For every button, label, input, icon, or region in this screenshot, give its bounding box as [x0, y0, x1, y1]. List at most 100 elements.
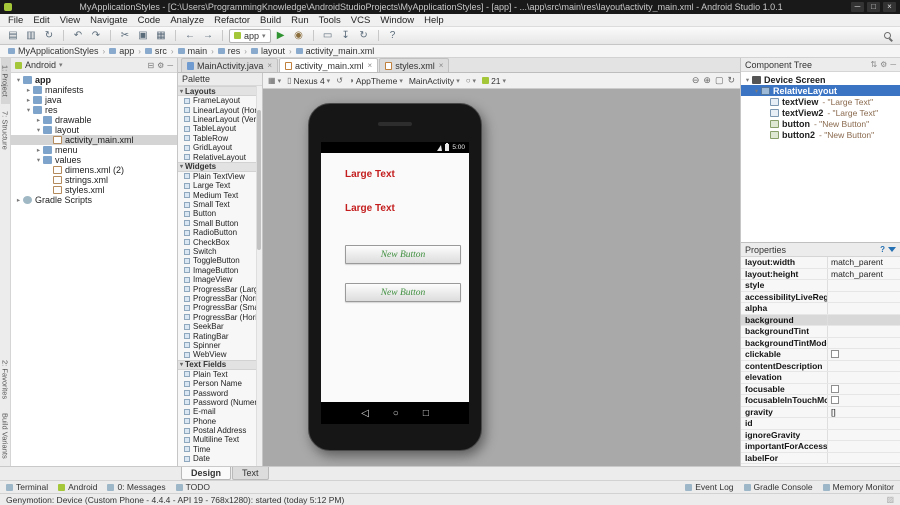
project-tree-row[interactable]: ▸ menu — [11, 145, 177, 155]
menu-item[interactable]: Navigate — [85, 14, 133, 27]
scrollbar-thumb[interactable] — [257, 110, 261, 250]
tool-window-button[interactable]: TODO — [175, 482, 210, 492]
menu-item[interactable]: Analyze — [165, 14, 209, 27]
property-row[interactable]: accessibilityLiveRegion — [741, 291, 900, 303]
palette-item[interactable]: E-mail — [178, 407, 262, 416]
tree-arrow[interactable]: ▸ — [34, 146, 43, 154]
copy-icon[interactable]: ▣ — [135, 28, 151, 43]
project-tree-row[interactable]: dimens.xml (2) — [11, 165, 177, 175]
property-row[interactable]: id — [741, 418, 900, 430]
palette-item[interactable]: TableRow — [178, 134, 262, 143]
property-value[interactable] — [827, 383, 900, 394]
palette-item[interactable]: Date — [178, 454, 262, 463]
property-value[interactable] — [827, 280, 900, 291]
menu-item[interactable]: View — [55, 14, 85, 27]
settings-gear-icon[interactable]: ⚙ — [157, 61, 164, 70]
property-row[interactable]: layout:height match_parent — [741, 268, 900, 280]
component-tree-row[interactable]: ▾ Device Screen — [741, 74, 900, 85]
design-surface[interactable]: 5:00 Large Text Large Text New Button New B… — [263, 89, 740, 466]
palette-item[interactable]: ToggleButton — [178, 256, 262, 265]
editor-tab[interactable]: MainActivity.java × — [181, 58, 279, 72]
hide-panel-icon[interactable]: ─ — [167, 61, 173, 70]
palette-section-header[interactable]: ▾ Widgets — [178, 161, 262, 172]
property-row[interactable]: labelFor — [741, 452, 900, 464]
tool-window-button[interactable]: Memory Monitor — [822, 482, 894, 492]
tab-text[interactable]: Text — [232, 467, 269, 480]
zoom-out-icon[interactable]: ⊖ — [692, 75, 700, 86]
menu-item[interactable]: Help — [419, 14, 449, 27]
forward-icon[interactable]: → — [200, 28, 216, 43]
project-tree-row[interactable]: ▸ manifests — [11, 85, 177, 95]
property-value[interactable]: match_parent — [827, 268, 900, 279]
preview-button[interactable]: New Button — [345, 245, 461, 264]
breadcrumb-item[interactable]: activity_main.xml — [294, 46, 377, 56]
palette-item[interactable]: Small Button — [178, 219, 262, 228]
property-row[interactable]: alpha — [741, 303, 900, 315]
breadcrumb-item[interactable]: src — [143, 46, 169, 56]
editor-tab[interactable]: styles.xml × — [379, 58, 450, 72]
menu-item[interactable]: Build — [255, 14, 286, 27]
refresh-preview-icon[interactable]: ↻ — [727, 75, 735, 86]
paste-icon[interactable]: ▦ — [153, 28, 169, 43]
palette-item[interactable]: Plain TextView — [178, 172, 262, 181]
palette-item[interactable]: FrameLayout — [178, 96, 262, 105]
property-row[interactable]: importantForAccessibility — [741, 441, 900, 453]
menu-item[interactable]: Run — [286, 14, 313, 27]
tool-window-button[interactable]: Event Log — [685, 482, 734, 492]
property-value[interactable] — [827, 372, 900, 383]
undo-icon[interactable]: ↶ — [70, 28, 86, 43]
project-tree-row[interactable]: ▸ Gradle Scripts — [11, 195, 177, 205]
configuration-selector[interactable]: ▦ ▾ — [268, 76, 281, 85]
property-row[interactable]: focusable — [741, 383, 900, 395]
editor-tab[interactable]: activity_main.xml × — [279, 58, 379, 72]
preview-text[interactable]: Large Text — [345, 203, 395, 214]
close-icon[interactable]: × — [439, 61, 444, 70]
breadcrumb-item[interactable]: main — [176, 46, 210, 56]
palette-item[interactable]: Phone — [178, 417, 262, 426]
tool-window-button[interactable]: Android — [58, 482, 97, 492]
palette-item[interactable]: ImageButton — [178, 266, 262, 275]
palette-item[interactable]: Switch — [178, 247, 262, 256]
property-row[interactable]: gravity [] — [741, 406, 900, 418]
tree-arrow[interactable]: ▸ — [34, 116, 43, 124]
project-tree-row[interactable]: styles.xml — [11, 185, 177, 195]
palette-section-header[interactable]: ▾ Text Fields — [178, 359, 262, 370]
property-value[interactable] — [827, 303, 900, 314]
palette-item[interactable]: Button — [178, 209, 262, 218]
cut-icon[interactable]: ✂ — [117, 28, 133, 43]
property-value[interactable] — [827, 441, 900, 452]
palette-item[interactable]: Small Text — [178, 200, 262, 209]
property-value[interactable] — [827, 314, 900, 325]
tool-window-button[interactable]: Gradle Console — [743, 482, 813, 492]
palette-item[interactable]: Large Text — [178, 181, 262, 190]
tree-arrow[interactable]: ▸ — [24, 86, 33, 94]
property-row[interactable]: layout:width match_parent — [741, 257, 900, 269]
property-value[interactable] — [827, 452, 900, 463]
tree-arrow[interactable]: ▾ — [34, 126, 43, 134]
api-level-selector[interactable]: 21 ▾ — [482, 76, 506, 86]
settings-gear-icon[interactable]: ⚙ — [880, 60, 887, 69]
property-value[interactable] — [827, 349, 900, 360]
property-row[interactable]: ignoreGravity — [741, 429, 900, 441]
menu-item[interactable]: Window — [375, 14, 419, 27]
project-tree-row[interactable]: ▸ java — [11, 95, 177, 105]
close-icon[interactable]: × — [267, 61, 272, 70]
help-icon[interactable]: ? — [385, 28, 401, 43]
property-row[interactable]: clickable — [741, 349, 900, 361]
palette-item[interactable]: Password (Numeric) — [178, 398, 262, 407]
resize-grip-icon[interactable]: ▨ — [886, 495, 894, 504]
component-tree-row[interactable]: ▾ RelativeLayout — [741, 85, 900, 96]
locale-selector[interactable]: ○ ▾ — [466, 76, 476, 85]
palette-item[interactable]: LinearLayout (Horizontal) — [178, 105, 262, 115]
breadcrumb-item[interactable]: app — [107, 46, 136, 56]
activity-selector[interactable]: MainActivity ▾ — [409, 76, 460, 86]
tool-window-button[interactable]: 1: Project — [0, 58, 10, 104]
maximize-button[interactable]: □ — [867, 2, 880, 12]
palette-item[interactable]: Spinner — [178, 341, 262, 350]
project-tree-row[interactable]: ▾ app — [11, 75, 177, 85]
palette-item[interactable]: RelativeLayout — [178, 152, 262, 162]
tool-window-button[interactable]: 7: Structure — [1, 104, 10, 157]
menu-item[interactable]: File — [3, 14, 28, 27]
close-icon[interactable]: × — [368, 61, 373, 70]
property-value[interactable] — [827, 326, 900, 337]
